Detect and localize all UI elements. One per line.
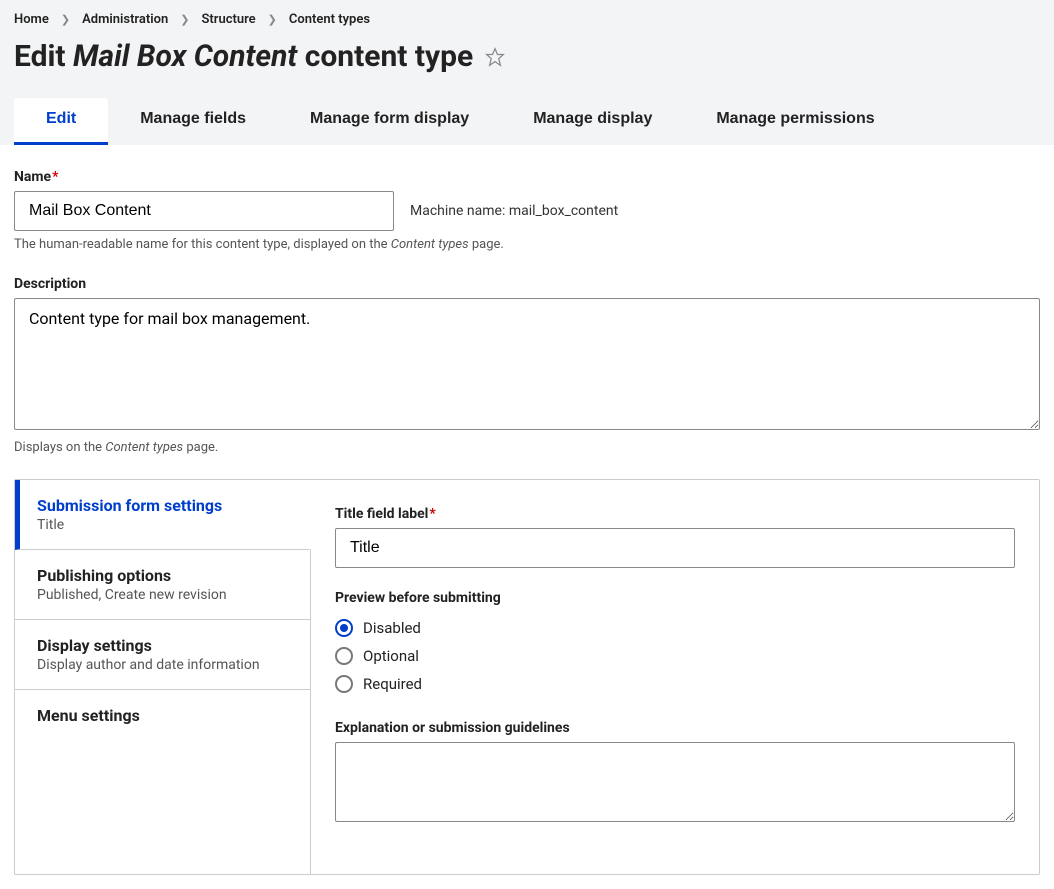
- title-field-label: Title field label*: [335, 506, 1015, 522]
- vertical-tab-content: Title field label* Preview before submit…: [311, 480, 1039, 874]
- description-help-text: Displays on the Content types page.: [14, 440, 1040, 455]
- name-label: Name*: [14, 169, 1040, 185]
- page-title-name: Mail Box Content: [73, 39, 297, 74]
- page-title-prefix: Edit: [14, 39, 66, 74]
- guidelines-label: Explanation or submission guidelines: [335, 720, 1015, 736]
- vertical-tabs-menu: Submission form settings Title Publishin…: [15, 480, 311, 874]
- radio-icon: [335, 675, 353, 693]
- page-title: Edit Mail Box Content content type: [14, 33, 1040, 98]
- required-marker: *: [429, 506, 435, 522]
- guidelines-field[interactable]: [335, 742, 1015, 822]
- tab-edit[interactable]: Edit: [14, 98, 108, 145]
- machine-name: Machine name: mail_box_content: [410, 203, 618, 219]
- breadcrumb: Home ❯ Administration ❯ Structure ❯ Cont…: [14, 10, 1040, 33]
- radio-optional[interactable]: Optional: [335, 642, 1015, 670]
- radio-icon: [335, 619, 353, 637]
- required-marker: *: [52, 169, 58, 185]
- preview-radio-group: Disabled Optional Required: [335, 614, 1015, 698]
- title-field-input[interactable]: [335, 528, 1015, 568]
- vtab-submission-form-settings[interactable]: Submission form settings Title: [15, 480, 311, 550]
- vtab-menu-settings[interactable]: Menu settings: [15, 690, 310, 741]
- preview-legend: Preview before submitting: [335, 590, 1015, 606]
- breadcrumb-item-structure[interactable]: Structure: [201, 12, 255, 27]
- tab-manage-permissions[interactable]: Manage permissions: [684, 98, 906, 145]
- breadcrumb-item-content-types[interactable]: Content types: [289, 12, 370, 27]
- name-field[interactable]: [14, 191, 394, 231]
- tab-manage-display[interactable]: Manage display: [501, 98, 684, 145]
- tab-manage-fields[interactable]: Manage fields: [108, 98, 278, 145]
- vtab-publishing-options[interactable]: Publishing options Published, Create new…: [15, 550, 310, 620]
- star-icon[interactable]: [485, 47, 505, 67]
- description-label: Description: [14, 276, 1040, 292]
- breadcrumb-item-administration[interactable]: Administration: [82, 12, 168, 27]
- chevron-right-icon: ❯: [61, 13, 70, 26]
- chevron-right-icon: ❯: [180, 13, 189, 26]
- radio-disabled[interactable]: Disabled: [335, 614, 1015, 642]
- name-help-text: The human-readable name for this content…: [14, 237, 1040, 252]
- tab-manage-form-display[interactable]: Manage form display: [278, 98, 501, 145]
- primary-tabs: Edit Manage fields Manage form display M…: [14, 98, 1040, 145]
- vtab-display-settings[interactable]: Display settings Display author and date…: [15, 620, 310, 690]
- page-title-suffix: content type: [305, 39, 474, 74]
- description-field[interactable]: Content type for mail box management.: [14, 298, 1040, 430]
- radio-icon: [335, 647, 353, 665]
- breadcrumb-item-home[interactable]: Home: [14, 12, 49, 27]
- vertical-tabs: Submission form settings Title Publishin…: [14, 479, 1040, 875]
- chevron-right-icon: ❯: [268, 13, 277, 26]
- radio-required[interactable]: Required: [335, 670, 1015, 698]
